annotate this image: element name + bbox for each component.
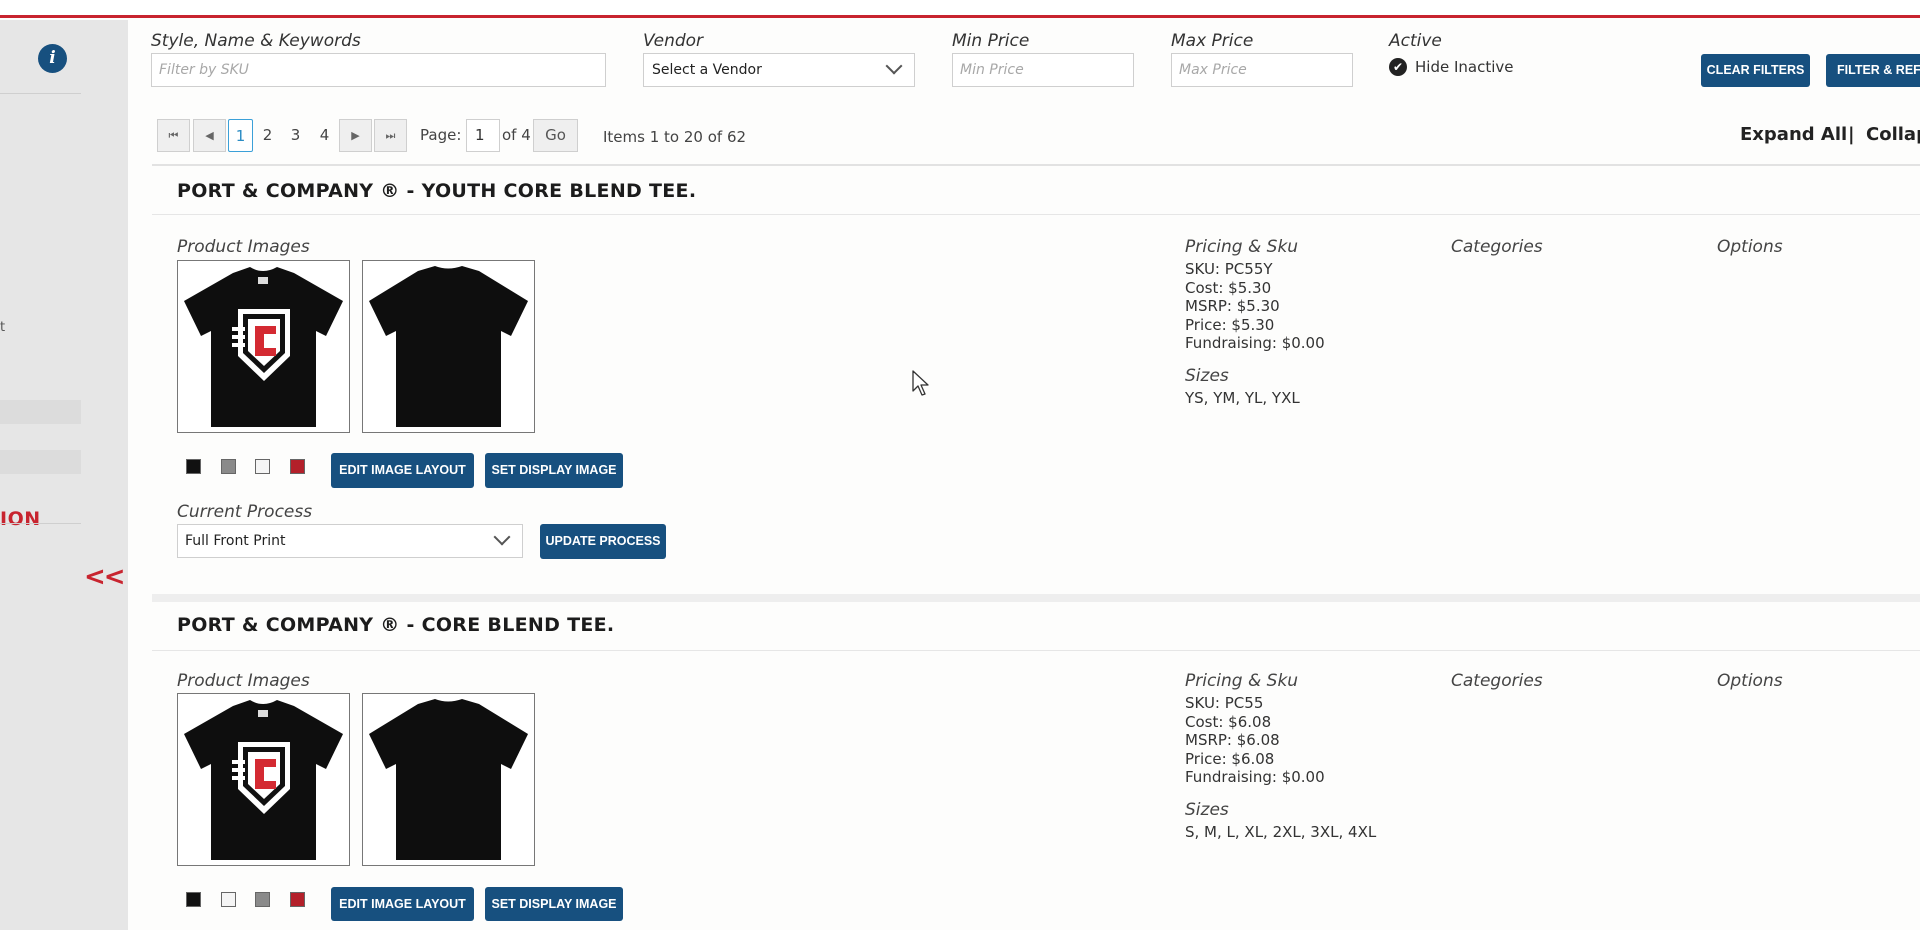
sku-value: SKU: PC55Y	[1185, 260, 1273, 278]
go-button[interactable]: Go	[533, 119, 578, 152]
info-icon[interactable]: i	[38, 44, 67, 73]
sizes-label: Sizes	[1185, 800, 1229, 820]
top-accent-line	[0, 15, 1920, 18]
product-title: PORT & COMPANY ® - YOUTH CORE BLEND TEE.	[177, 180, 697, 202]
collapse-sidebar-button[interactable]: <<	[84, 562, 126, 592]
next-page-icon[interactable]: ▶	[339, 119, 372, 152]
color-swatch-red[interactable]	[290, 892, 305, 907]
mouse-cursor-icon	[912, 370, 929, 396]
hide-inactive-label: Hide Inactive	[1415, 58, 1514, 76]
page-number-input[interactable]: 1	[466, 119, 500, 152]
color-swatch-white[interactable]	[255, 459, 270, 474]
sidebar-section-label[interactable]: ION	[0, 508, 41, 530]
color-swatch-gray[interactable]	[221, 459, 236, 474]
set-display-image-button[interactable]: SET DISPLAY IMAGE	[485, 887, 623, 921]
cost-value: Cost: $6.08	[1185, 712, 1272, 731]
active-label: Active	[1389, 31, 1442, 51]
max-price-label: Max Price	[1171, 31, 1254, 51]
page-3-link[interactable]: 3	[287, 119, 304, 152]
msrp-value: MSRP: $6.08	[1185, 731, 1280, 749]
options-label: Options	[1717, 237, 1783, 257]
sidebar-item-label[interactable]: t	[0, 320, 5, 335]
color-swatch-black[interactable]	[186, 459, 201, 474]
edit-image-layout-button[interactable]: EDIT IMAGE LAYOUT	[331, 453, 474, 488]
checkmark-icon: ✔	[1389, 58, 1407, 76]
chevron-down-icon	[885, 57, 903, 75]
product-title: PORT & COMPANY ® - CORE BLEND TEE.	[177, 614, 615, 636]
page-1-link[interactable]: 1	[228, 119, 253, 152]
min-price-label: Min Price	[952, 31, 1030, 51]
cost-value: Cost: $5.30	[1185, 278, 1272, 297]
keywords-input[interactable]	[151, 53, 606, 87]
pricing-sku-label: Pricing & Sku	[1185, 237, 1299, 257]
expand-collapse-separator: |	[1848, 124, 1855, 145]
product-images-label: Product Images	[177, 671, 310, 691]
msrp-value: MSRP: $5.30	[1185, 297, 1280, 315]
sidebar-divider	[0, 523, 81, 524]
options-label: Options	[1717, 671, 1783, 691]
collapse-all-link[interactable]: Collapse All	[1866, 124, 1920, 145]
categories-label: Categories	[1451, 237, 1543, 257]
clear-filters-button[interactable]: CLEAR FILTERS	[1701, 54, 1810, 87]
sizes-label: Sizes	[1185, 366, 1229, 386]
page-2-link[interactable]: 2	[259, 119, 276, 152]
sku-value: SKU: PC55	[1185, 694, 1264, 712]
color-swatch-black[interactable]	[186, 892, 201, 907]
last-page-icon[interactable]: ⏭	[374, 119, 407, 152]
process-select-value: Full Front Print	[185, 533, 286, 549]
prev-page-icon[interactable]: ◀	[193, 119, 226, 152]
price-value: Price: $5.30	[1185, 315, 1275, 334]
items-count: Items 1 to 20 of 62	[603, 128, 747, 146]
categories-label: Categories	[1451, 671, 1543, 691]
fundraising-value: Fundraising: $0.00	[1185, 334, 1325, 352]
expand-all-link[interactable]: Expand All	[1740, 124, 1847, 145]
hide-inactive-checkbox[interactable]: ✔ Hide Inactive	[1389, 58, 1514, 76]
vendor-select-value: Select a Vendor	[652, 62, 762, 78]
product-images-label: Product Images	[177, 237, 310, 257]
pricing-sku-label: Pricing & Sku	[1185, 671, 1299, 691]
max-price-input[interactable]	[1171, 53, 1353, 87]
sidebar: i t ION <<	[0, 20, 128, 930]
process-select[interactable]: Full Front Print	[177, 524, 523, 558]
sidebar-item[interactable]	[0, 400, 81, 424]
color-swatch-gray[interactable]	[255, 892, 270, 907]
chevron-down-icon	[493, 528, 511, 546]
product-image-front[interactable]	[177, 693, 350, 866]
product-image-back[interactable]	[362, 260, 535, 433]
sidebar-divider	[0, 93, 81, 94]
vendor-select[interactable]: Select a Vendor	[643, 53, 915, 87]
sidebar-item[interactable]	[0, 450, 81, 474]
keywords-label: Style, Name & Keywords	[151, 31, 361, 51]
price-value: Price: $6.08	[1185, 749, 1275, 768]
set-display-image-button[interactable]: SET DISPLAY IMAGE	[485, 453, 623, 488]
product-image-front[interactable]	[177, 260, 350, 433]
page-4-link[interactable]: 4	[316, 119, 333, 152]
product-image-back[interactable]	[362, 693, 535, 866]
vendor-label: Vendor	[643, 31, 704, 51]
page-count-label: of 4	[502, 126, 531, 144]
product-separator	[152, 594, 1920, 602]
color-swatch-red[interactable]	[290, 459, 305, 474]
update-process-button[interactable]: UPDATE PROCESS	[540, 524, 666, 559]
pricing-details: SKU: PC55 Cost: $6.08 MSRP: $6.08 Price:…	[1185, 694, 1325, 787]
page-label: Page:	[420, 126, 462, 144]
sizes-value: S, M, L, XL, 2XL, 3XL, 4XL	[1185, 823, 1377, 841]
sizes-value: YS, YM, YL, YXL	[1185, 389, 1300, 407]
fundraising-value: Fundraising: $0.00	[1185, 768, 1325, 786]
color-swatch-white[interactable]	[221, 892, 236, 907]
pricing-details: SKU: PC55Y Cost: $5.30 MSRP: $5.30 Price…	[1185, 260, 1325, 353]
filter-refresh-button[interactable]: FILTER & REFRESH	[1826, 54, 1920, 87]
first-page-icon[interactable]: ⏮	[157, 119, 190, 152]
current-process-label: Current Process	[177, 502, 313, 522]
min-price-input[interactable]	[952, 53, 1134, 87]
edit-image-layout-button[interactable]: EDIT IMAGE LAYOUT	[331, 887, 474, 921]
